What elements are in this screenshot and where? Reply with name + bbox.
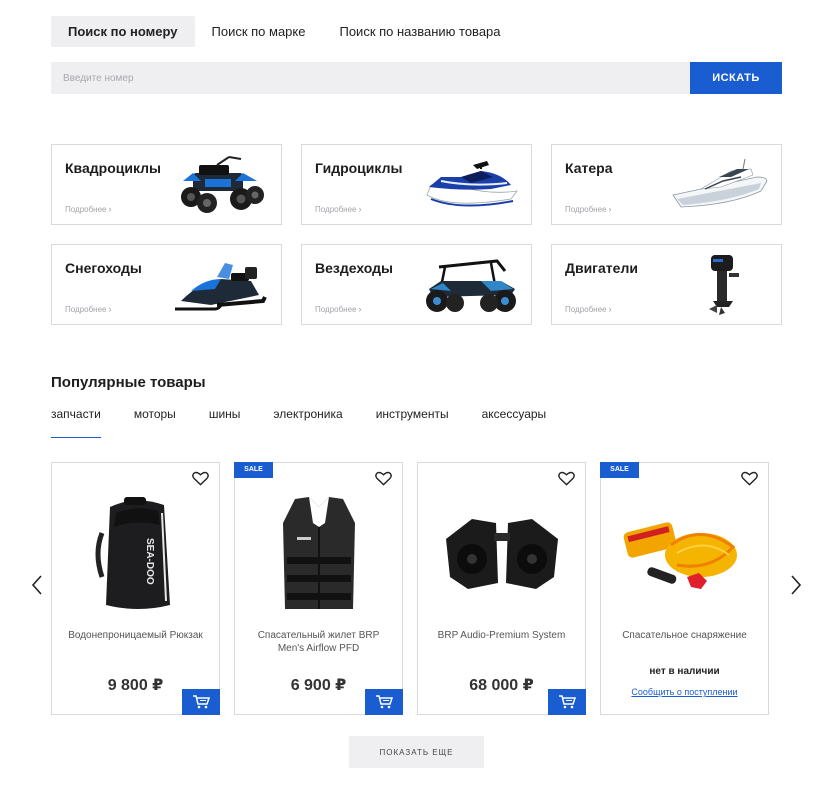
tab-search-by-brand[interactable]: Поиск по марке bbox=[195, 16, 323, 47]
heart-icon[interactable] bbox=[192, 471, 209, 486]
more-label: Подробнее bbox=[65, 205, 107, 214]
jetski-image bbox=[426, 161, 518, 207]
category-more-link[interactable]: Подробнее › bbox=[65, 304, 112, 314]
category-more-link[interactable]: Подробнее › bbox=[565, 304, 612, 314]
category-title: Катера bbox=[565, 160, 613, 176]
add-to-cart-button[interactable] bbox=[365, 689, 403, 715]
sale-badge: SALE bbox=[600, 462, 639, 478]
category-title: Гидроциклы bbox=[315, 160, 403, 176]
product-name: BRP Audio-Premium System bbox=[437, 630, 566, 641]
product-name: Водонепроницаемый Рюкзак bbox=[68, 630, 203, 641]
snowmobile-image bbox=[175, 263, 267, 311]
sale-badge: SALE bbox=[234, 462, 273, 478]
carousel-next-arrow[interactable] bbox=[789, 574, 803, 596]
show-more-button[interactable]: ПОКАЗАТЬ ЕЩЕ bbox=[349, 736, 484, 768]
boat-image bbox=[672, 158, 768, 208]
chevron-right-icon: › bbox=[358, 304, 362, 314]
outboard-motor-image bbox=[709, 255, 739, 315]
category-card-atv[interactable]: Квадроциклы Подробнее › bbox=[51, 144, 282, 225]
more-label: Подробнее bbox=[315, 205, 357, 214]
category-title: Вездеходы bbox=[315, 260, 393, 276]
popular-products-title: Популярные товары bbox=[51, 374, 206, 391]
category-title: Квадроциклы bbox=[65, 160, 161, 176]
safety-kit-image bbox=[623, 522, 737, 589]
category-more-link[interactable]: Подробнее › bbox=[65, 204, 112, 214]
category-title: Снегоходы bbox=[65, 260, 142, 276]
product-card[interactable]: SALE Спасательный жилет BRP Men's Airflo… bbox=[234, 462, 403, 715]
chevron-right-icon: › bbox=[108, 204, 112, 214]
category-title: Двигатели bbox=[565, 260, 638, 276]
product-card[interactable]: SALE Спасательное снаряжение нет в налич… bbox=[600, 462, 769, 715]
category-more-link[interactable]: Подробнее › bbox=[565, 204, 612, 214]
category-card-utv[interactable]: Вездеходы Подробнее › bbox=[301, 244, 532, 325]
category-grid: Квадроциклы Подробнее › Гидроциклы Подроб… bbox=[51, 144, 782, 325]
product-card[interactable]: SEA-DOO Водонепроницаемый Рюкзак 9 800 ₽ bbox=[51, 462, 220, 715]
search-tabs: Поиск по номеру Поиск по марке Поиск по … bbox=[51, 16, 518, 47]
more-label: Подробнее bbox=[565, 205, 607, 214]
out-of-stock-label: нет в наличии bbox=[649, 666, 720, 677]
carousel-prev-arrow[interactable] bbox=[30, 574, 44, 596]
backpack-image: SEA-DOO bbox=[95, 497, 170, 609]
category-more-link[interactable]: Подробнее › bbox=[315, 304, 362, 314]
atv-image bbox=[181, 156, 264, 213]
category-card-snowmobile[interactable]: Снегоходы Подробнее › bbox=[51, 244, 282, 325]
speaker-system-image bbox=[446, 519, 558, 589]
add-to-cart-button[interactable] bbox=[548, 689, 586, 715]
heart-icon[interactable] bbox=[558, 471, 575, 486]
tab-motors[interactable]: моторы bbox=[134, 407, 176, 431]
chevron-right-icon: › bbox=[608, 304, 612, 314]
tab-tires[interactable]: шины bbox=[209, 407, 241, 431]
tab-search-by-product-name[interactable]: Поиск по названию товара bbox=[322, 16, 517, 47]
heart-icon[interactable] bbox=[741, 471, 758, 486]
product-name: Спасательный жилет BRP Men's Airflow PFD bbox=[257, 630, 380, 654]
product-name: Спасательное снаряжение bbox=[622, 630, 747, 641]
more-label: Подробнее bbox=[65, 305, 107, 314]
utv-image bbox=[426, 259, 516, 312]
product-carousel: SEA-DOO Водонепроницаемый Рюкзак 9 800 ₽… bbox=[51, 462, 769, 715]
tab-electronics[interactable]: электроника bbox=[273, 407, 342, 431]
category-card-jetski[interactable]: Гидроциклы Подробнее › bbox=[301, 144, 532, 225]
chevron-right-icon: › bbox=[108, 304, 112, 314]
chevron-right-icon: › bbox=[358, 204, 362, 214]
product-card[interactable]: BRP Audio-Premium System 68 000 ₽ bbox=[417, 462, 586, 715]
category-card-engines[interactable]: Двигатели Подробнее › bbox=[551, 244, 782, 325]
search-button[interactable]: ИСКАТЬ bbox=[690, 62, 782, 94]
search-input[interactable] bbox=[51, 62, 690, 94]
life-vest-image bbox=[283, 497, 355, 609]
cart-icon bbox=[376, 695, 393, 709]
cart-icon bbox=[559, 695, 576, 709]
svg-text:SEA-DOO: SEA-DOO bbox=[144, 538, 155, 585]
more-label: Подробнее bbox=[315, 305, 357, 314]
category-more-link[interactable]: Подробнее › bbox=[315, 204, 362, 214]
more-label: Подробнее bbox=[565, 305, 607, 314]
tab-tools[interactable]: инструменты bbox=[376, 407, 449, 431]
add-to-cart-button[interactable] bbox=[182, 689, 220, 715]
popular-tabs: запчасти моторы шины электроника инструм… bbox=[51, 407, 579, 438]
tab-parts[interactable]: запчасти bbox=[51, 407, 101, 438]
chevron-right-icon: › bbox=[608, 204, 612, 214]
notify-me-link[interactable]: Сообщить о поступлении bbox=[601, 687, 768, 697]
tab-search-by-number[interactable]: Поиск по номеру bbox=[51, 16, 195, 47]
search-bar: ИСКАТЬ bbox=[51, 62, 782, 94]
cart-icon bbox=[193, 695, 210, 709]
category-card-boat[interactable]: Катера Подробнее › bbox=[551, 144, 782, 225]
heart-icon[interactable] bbox=[375, 471, 392, 486]
tab-accessories[interactable]: аксессуары bbox=[482, 407, 547, 431]
